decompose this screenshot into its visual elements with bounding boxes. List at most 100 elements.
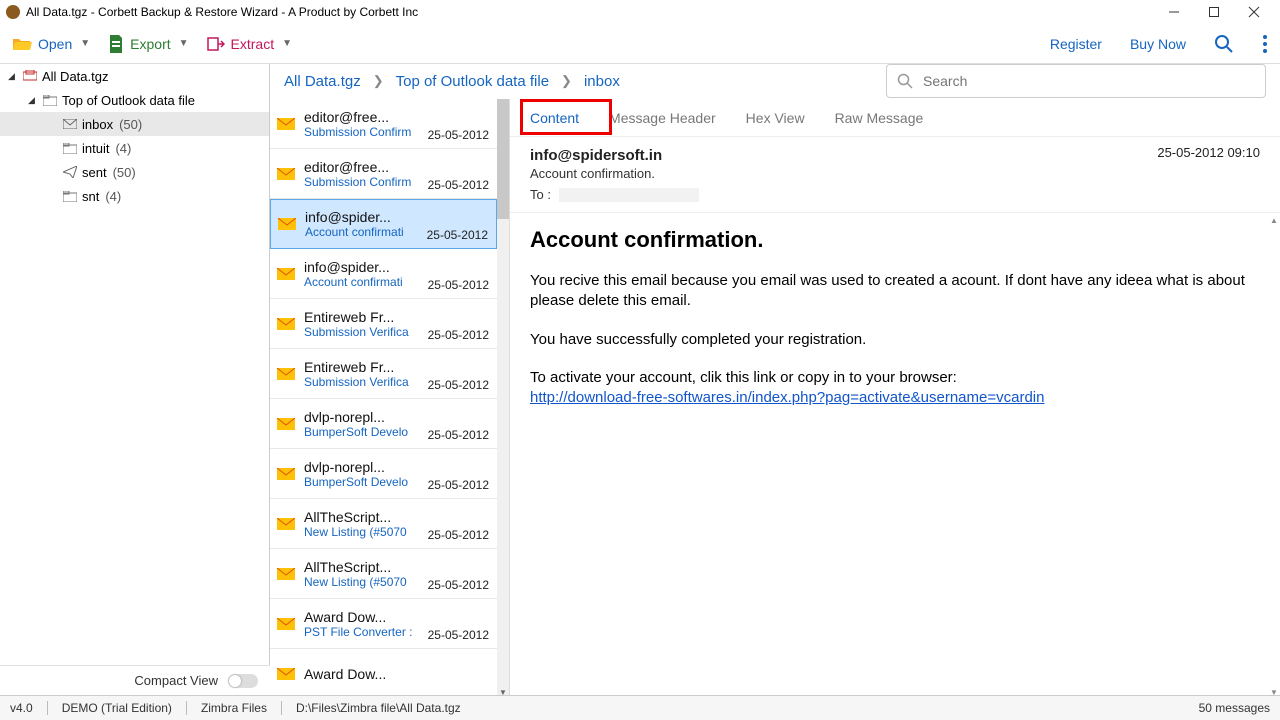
- list-item[interactable]: Award Dow...: [270, 649, 497, 699]
- folder-icon: [62, 189, 78, 203]
- list-from: AllTheScript...: [304, 559, 420, 575]
- status-path: D:\Files\Zimbra file\All Data.tgz: [296, 701, 461, 715]
- crumb-1[interactable]: Top of Outlook data file: [396, 73, 549, 90]
- list-item[interactable]: AllTheScript...New Listing (#507025-05-2…: [270, 499, 497, 549]
- tree-item-snt[interactable]: snt (4): [0, 184, 269, 208]
- status-version: v4.0: [10, 701, 33, 715]
- list-from: Entireweb Fr...: [304, 359, 420, 375]
- email-list: editor@free...Submission Confirm25-05-20…: [270, 99, 510, 699]
- folder-open-icon: [12, 36, 32, 52]
- to-label: To :: [530, 187, 551, 202]
- scroll-thumb[interactable]: [497, 99, 509, 219]
- tree-item-sent[interactable]: sent (50): [0, 160, 269, 184]
- envelope-icon: [276, 268, 296, 280]
- folder-tree[interactable]: ◢ All Data.tgz ◢ Top of Outlook data fil…: [0, 64, 270, 695]
- crumb-0[interactable]: All Data.tgz: [284, 73, 361, 90]
- activation-link[interactable]: http://download-free-softwares.in/index.…: [530, 389, 1044, 406]
- list-subject: New Listing (#5070: [304, 525, 420, 539]
- titlebar: All Data.tgz - Corbett Backup & Restore …: [0, 0, 1280, 24]
- list-item[interactable]: Award Dow...PST File Converter :25-05-20…: [270, 599, 497, 649]
- list-from: info@spider...: [304, 259, 420, 275]
- list-from: dvlp-norepl...: [304, 409, 420, 425]
- list-item[interactable]: dvlp-norepl...BumperSoft Develo25-05-201…: [270, 399, 497, 449]
- list-item[interactable]: info@spider...Account confirmati25-05-20…: [270, 249, 497, 299]
- tab-raw-message[interactable]: Raw Message: [835, 110, 924, 126]
- folder-icon: [42, 93, 58, 107]
- list-date: 25-05-2012: [427, 228, 488, 248]
- envelope-icon: [276, 568, 296, 580]
- register-link[interactable]: Register: [1050, 36, 1102, 52]
- list-from: editor@free...: [304, 159, 420, 175]
- chevron-down-icon: ▼: [282, 38, 292, 49]
- list-item[interactable]: AllTheScript...New Listing (#507025-05-2…: [270, 549, 497, 599]
- export-icon: [108, 35, 124, 53]
- more-menu-icon[interactable]: [1262, 34, 1268, 54]
- chevron-down-icon: ▼: [80, 38, 90, 49]
- body-p3: To activate your account, clik this link…: [530, 368, 1260, 409]
- sent-icon: [62, 165, 78, 179]
- tab-message-header[interactable]: Message Header: [609, 110, 716, 126]
- expand-icon[interactable]: ◢: [28, 95, 38, 106]
- tree-item-intuit[interactable]: intuit (4): [0, 136, 269, 160]
- list-item[interactable]: info@spider...Account confirmati25-05-20…: [270, 199, 497, 249]
- close-button[interactable]: [1234, 0, 1274, 24]
- expand-icon[interactable]: ◢: [8, 71, 18, 82]
- chevron-right-icon: ❯: [373, 73, 384, 89]
- list-scrollbar[interactable]: ▲ ▼: [497, 99, 509, 699]
- list-item[interactable]: dvlp-norepl...BumperSoft Develo25-05-201…: [270, 449, 497, 499]
- list-subject: BumperSoft Develo: [304, 475, 420, 489]
- window-title: All Data.tgz - Corbett Backup & Restore …: [26, 5, 418, 19]
- envelope-icon: [276, 168, 296, 180]
- chevron-right-icon: ❯: [561, 73, 572, 89]
- scroll-up-icon[interactable]: ▲: [1268, 213, 1280, 227]
- envelope-icon: [276, 518, 296, 530]
- to-value-redacted: [559, 188, 699, 202]
- list-from: Entireweb Fr...: [304, 309, 420, 325]
- message-header: info@spidersoft.in 25-05-2012 09:10 Acco…: [510, 137, 1280, 212]
- status-bar: v4.0 DEMO (Trial Edition) Zimbra Files D…: [0, 695, 1280, 720]
- tree-root[interactable]: ◢ All Data.tgz: [0, 64, 269, 88]
- buy-now-link[interactable]: Buy Now: [1130, 36, 1186, 52]
- crumb-2[interactable]: inbox: [584, 73, 620, 90]
- open-button[interactable]: Open ▼: [12, 36, 90, 52]
- tree-item-inbox[interactable]: inbox (50): [0, 112, 269, 136]
- body-p1: You recive this email because you email …: [530, 271, 1260, 312]
- minimize-button[interactable]: [1154, 0, 1194, 24]
- body-heading: Account confirmation.: [530, 227, 1260, 253]
- list-from: Award Dow...: [304, 609, 420, 625]
- envelope-icon: [62, 117, 78, 131]
- list-date: 25-05-2012: [428, 178, 489, 198]
- list-item[interactable]: Entireweb Fr...Submission Verifica25-05-…: [270, 299, 497, 349]
- tab-content[interactable]: Content: [530, 110, 579, 126]
- app-icon: [6, 5, 20, 19]
- export-button[interactable]: Export ▼: [108, 35, 188, 53]
- status-mode: Zimbra Files: [201, 701, 267, 715]
- folder-icon: [62, 141, 78, 155]
- list-date: 25-05-2012: [428, 378, 489, 398]
- maximize-button[interactable]: [1194, 0, 1234, 24]
- envelope-icon: [277, 218, 297, 230]
- tab-hex-view[interactable]: Hex View: [746, 110, 805, 126]
- extract-button[interactable]: Extract ▼: [207, 36, 292, 52]
- envelope-icon: [276, 318, 296, 330]
- breadcrumb-bar: All Data.tgz ❯ Top of Outlook data file …: [270, 64, 1280, 99]
- tree-top[interactable]: ◢ Top of Outlook data file: [0, 88, 269, 112]
- body-scrollbar[interactable]: ▲ ▼: [1268, 213, 1280, 699]
- list-subject: BumperSoft Develo: [304, 425, 420, 439]
- breadcrumb: All Data.tgz ❯ Top of Outlook data file …: [284, 73, 620, 90]
- list-item[interactable]: editor@free...Submission Confirm25-05-20…: [270, 149, 497, 199]
- search-box[interactable]: [886, 64, 1266, 98]
- list-item[interactable]: editor@free...Submission Confirm25-05-20…: [270, 99, 497, 149]
- list-subject: New Listing (#5070: [304, 575, 420, 589]
- list-item[interactable]: Entireweb Fr...Submission Verifica25-05-…: [270, 349, 497, 399]
- message-body[interactable]: Account confirmation. You recive this em…: [510, 212, 1280, 699]
- list-date: 25-05-2012: [428, 628, 489, 648]
- search-icon[interactable]: [1214, 34, 1234, 54]
- chevron-down-icon: ▼: [179, 38, 189, 49]
- compact-view-toggle[interactable]: [228, 674, 258, 688]
- extract-icon: [207, 36, 225, 52]
- list-from: info@spider...: [305, 209, 419, 225]
- list-date: 25-05-2012: [428, 478, 489, 498]
- search-input[interactable]: [923, 73, 1255, 89]
- preview-pane: Content Message Header Hex View Raw Mess…: [510, 99, 1280, 699]
